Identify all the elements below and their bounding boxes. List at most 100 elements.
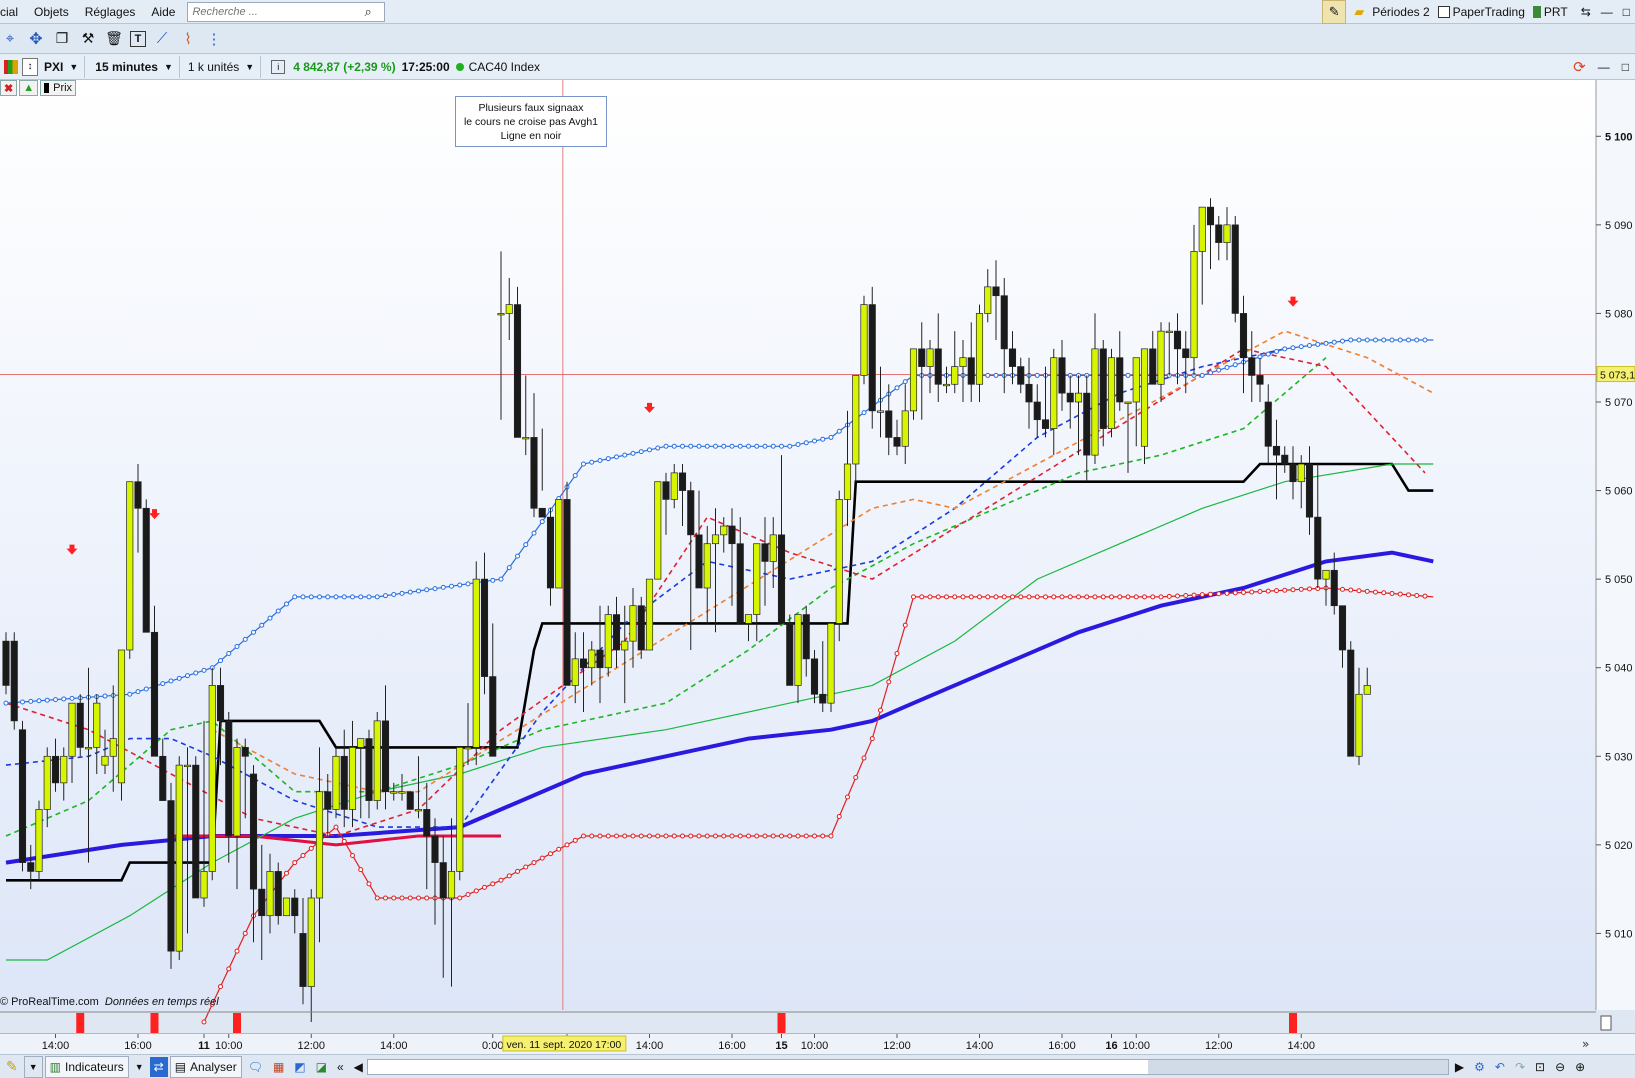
tools-icon[interactable]: ⚒ [78, 29, 98, 49]
copy-icon[interactable]: ❐ [52, 29, 72, 49]
scroll-end-icon[interactable]: ▶ [1451, 1057, 1468, 1077]
chart-maximize-icon[interactable]: □ [1616, 60, 1635, 74]
scroll-right-icon[interactable]: » [1582, 1037, 1589, 1051]
scroll-left-icon[interactable]: « [333, 1057, 348, 1077]
prt-icon [1532, 5, 1541, 18]
paper-icon [1437, 5, 1450, 18]
time-axis[interactable]: 14:00 16:00 11 10:00 12:00 14:00 0:00 12:00 14:0… [0, 1034, 1635, 1054]
indicator-dot [638, 833, 644, 839]
indicator-dot [1241, 589, 1246, 595]
remove-icon[interactable]: ✖ [0, 80, 18, 96]
move-icon[interactable]: ✥ [26, 29, 46, 49]
candle [555, 499, 563, 589]
indicator-dot [36, 698, 42, 704]
candle [720, 525, 728, 536]
text-tool-icon[interactable]: T [130, 30, 146, 47]
indicator-dot [721, 443, 727, 449]
analyze-button[interactable]: ▤ Analyser [169, 1055, 242, 1078]
price-chart[interactable]: 5 100 5 090 5 080 5 070 5 060 5 050 5 040 5 030… [0, 80, 1635, 1034]
candle [951, 366, 959, 385]
pencil-icon[interactable]: ✎ [2, 1057, 22, 1077]
candle [868, 304, 876, 412]
menu-objets[interactable]: Objets [26, 5, 77, 19]
trash-icon[interactable]: 🗑 [104, 29, 124, 49]
timeframe-dropdown[interactable]: 15 minutes ▼ [85, 55, 180, 78]
screener-icon[interactable]: ◪ [312, 1057, 331, 1077]
indicators-button[interactable]: ▥ Indicateurs [44, 1055, 129, 1078]
redo-icon[interactable]: ↷ [1511, 1057, 1529, 1077]
pencil-icon[interactable]: ✎ [1322, 0, 1347, 24]
indicator-dot [3, 700, 9, 706]
indicator-dot [407, 895, 413, 901]
candle [381, 720, 390, 793]
prt-button[interactable]: PRT [1541, 5, 1576, 19]
restore-icon[interactable]: ⇆ [1576, 5, 1596, 19]
indicator-dot [1249, 589, 1255, 595]
indicator-dot [1315, 341, 1321, 347]
channel-tool-icon[interactable]: ⌇ [178, 29, 198, 49]
indicator-dot [1034, 372, 1040, 378]
indicator-dot [622, 833, 628, 839]
units-dropdown[interactable]: 1 k unités ▼ [180, 55, 262, 78]
indicator-dot [1175, 593, 1180, 599]
zoom-in-icon[interactable]: ⊕ [1571, 1057, 1589, 1077]
candle [390, 791, 398, 794]
candle [340, 755, 348, 810]
share-icon[interactable]: ⇄ [149, 1056, 168, 1077]
candle [373, 720, 381, 801]
up-icon[interactable]: ▲ [19, 80, 39, 96]
price-legend[interactable]: Prix [40, 80, 77, 96]
horizontal-scrollbar[interactable] [366, 1058, 1449, 1075]
indicator-dot [1414, 337, 1420, 343]
maximize-icon[interactable]: □ [1618, 5, 1635, 19]
info-icon[interactable]: i [271, 59, 286, 74]
indicator-dot [655, 445, 661, 451]
candle [612, 614, 621, 651]
candle [1355, 693, 1363, 757]
periods-button[interactable]: Périodes 2 [1364, 5, 1437, 19]
chart-minimize-icon[interactable]: — [1592, 60, 1616, 74]
undo-icon[interactable]: ↶ [1491, 1057, 1509, 1077]
fibonacci-tool-icon[interactable]: ⋮ [204, 29, 224, 49]
scrollbar-thumb[interactable] [1147, 1059, 1448, 1074]
search-input[interactable] [188, 4, 365, 19]
alert-icon[interactable]: ◩ [290, 1057, 309, 1077]
ticker-dropdown[interactable]: PXI ▼ [38, 55, 86, 78]
x-tick-label: 14:00 [966, 1040, 994, 1052]
candle [1000, 295, 1008, 350]
indicator-dot [28, 698, 34, 704]
candle [1314, 516, 1322, 580]
cursor-icon[interactable]: ⌖ [0, 29, 20, 49]
search-box[interactable]: ⌕ [187, 1, 386, 22]
menu-reglages[interactable]: Réglages [77, 5, 144, 19]
minimize-icon[interactable]: — [1596, 5, 1618, 19]
papertrading-button[interactable]: PaperTrading [1450, 5, 1533, 19]
chart-type-icon[interactable] [4, 59, 18, 74]
indicator-dot [572, 837, 578, 843]
annotation-box[interactable]: Plusieurs faux signaax le cours ne crois… [455, 96, 607, 147]
chevron-down-icon[interactable]: ▼ [23, 1055, 43, 1078]
scroll-start-icon[interactable]: ◀ [350, 1057, 367, 1077]
chevron-down-icon[interactable]: ▼ [131, 1057, 148, 1077]
candle [150, 631, 159, 757]
settings-icon[interactable]: ⚙ [1470, 1057, 1489, 1077]
menu-aide[interactable]: Aide [143, 5, 183, 19]
zoom-out-icon[interactable]: ⊖ [1551, 1057, 1569, 1077]
price-time: 17:25:00 [401, 59, 450, 74]
chat-icon[interactable]: 🗨 [244, 1057, 267, 1077]
indicator-dot [242, 930, 248, 936]
calendar-icon[interactable]: ▦ [269, 1057, 288, 1077]
folder-icon[interactable]: ▰ [1354, 4, 1364, 20]
search-icon[interactable]: ⌕ [364, 4, 371, 20]
zoom-fit-icon[interactable]: ⊡ [1531, 1057, 1549, 1077]
menu-item[interactable]: cial [0, 5, 26, 19]
indicator-dot [779, 443, 784, 449]
candle [1338, 605, 1347, 651]
indicator-dot [127, 691, 133, 697]
indicator-dot [589, 833, 595, 839]
refresh-icon[interactable]: ⟳ [1567, 58, 1592, 76]
signal-bar [76, 1013, 85, 1033]
indicator-dot [1364, 337, 1370, 343]
line-tool-icon[interactable]: ⟋ [152, 29, 172, 49]
lock-icon[interactable]: ↕ [22, 57, 38, 76]
